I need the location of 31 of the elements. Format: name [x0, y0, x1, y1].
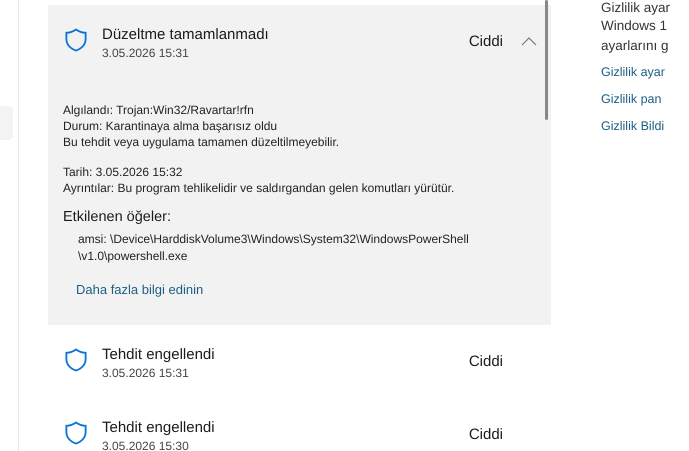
detail-line: Durum: Karantinaya alma başarısız oldu — [63, 118, 278, 134]
privacy-link[interactable]: Gizlilik ayar — [601, 64, 670, 80]
threat-title: Tehdit engellendi — [102, 418, 216, 438]
shield-icon — [65, 28, 87, 52]
affected-item-path: amsi: \Device\HarddiskVolume3\Windows\System32\WindowsPowerShell \v1.0\powershell.exe — [78, 231, 470, 265]
description-line: ayarlarını g — [601, 37, 670, 55]
threat-title: Tehdit engellendi — [102, 345, 216, 365]
threat-date: 3.05.2026 15:31 — [102, 46, 190, 60]
threat-date: 3.05.2026 15:30 — [102, 439, 190, 451]
detail-note: Bu tehdit veya uygulama tamamen düzeltilmeyebilir. — [63, 134, 340, 150]
detail-line: Algılandı: Trojan:Win32/Ravartar!rfn — [63, 102, 255, 118]
shield-icon — [65, 421, 87, 445]
threat-title: Düzeltme tamamlanmadı — [102, 25, 270, 45]
detail-line: Ayrıntılar: Bu program tehlikelidir ve saldırgandan gelen komutları yürütür. — [63, 180, 456, 196]
privacy-link[interactable]: Gizlilik pan — [601, 91, 670, 107]
chevron-up-icon[interactable] — [521, 36, 537, 46]
scrollbar-thumb[interactable] — [545, 0, 548, 120]
affected-items-heading: Etkilenen öğeler: — [63, 208, 172, 227]
threat-card[interactable]: Tehdit engellendi 3.05.2026 15:30 Ciddi — [48, 398, 551, 451]
learn-more-link[interactable]: Daha fazla bilgi edinin — [76, 282, 204, 297]
privacy-link[interactable]: Gizlilik Bildi — [601, 118, 670, 134]
severity-label: Ciddi — [468, 33, 503, 50]
section-heading: Gizlilik ayar — [601, 0, 670, 16]
description-line: Windows 1 — [601, 17, 668, 35]
detail-line: Tarih: 3.05.2026 15:32 — [63, 164, 184, 180]
severity-label: Ciddi — [468, 426, 503, 443]
threat-date: 3.05.2026 15:31 — [102, 366, 190, 380]
severity-label: Ciddi — [468, 353, 503, 370]
shield-icon — [65, 348, 87, 372]
threat-card[interactable]: Tehdit engellendi 3.05.2026 15:31 Ciddi — [48, 325, 551, 398]
threat-card[interactable] — [48, 5, 551, 325]
